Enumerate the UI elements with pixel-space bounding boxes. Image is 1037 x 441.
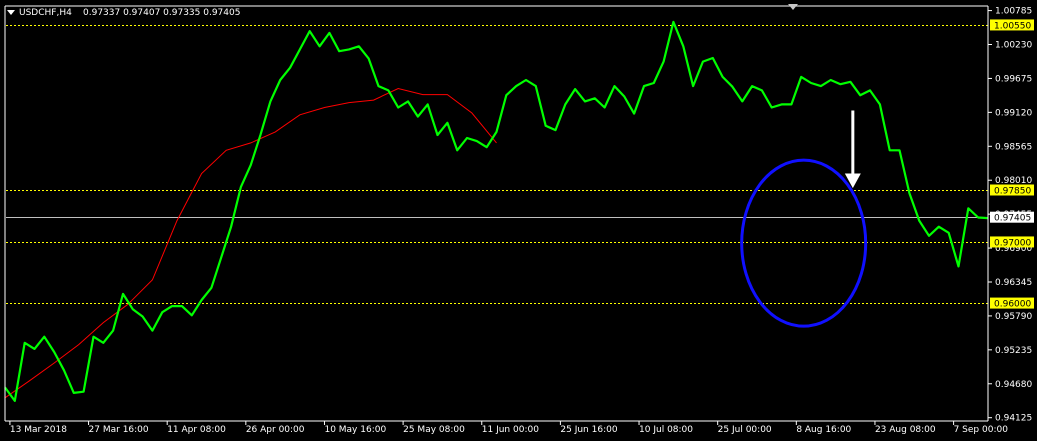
price-chart: 1.007851.002300.996750.991200.985650.980… — [0, 0, 1037, 441]
ohlc-readout: 0.97337 0.97407 0.97335 0.97405 — [83, 8, 240, 18]
y-tick-label: 0.99675 — [995, 74, 1032, 84]
y-tick-label: 0.96345 — [995, 278, 1032, 288]
level-price-label: 0.97000 — [994, 238, 1031, 248]
y-tick-label: 0.99120 — [995, 108, 1032, 118]
level-price-label: 0.96000 — [994, 300, 1031, 310]
x-tick-label: 25 May 08:00 — [403, 425, 465, 435]
symbol-label: USDCHF,H4 — [19, 8, 72, 18]
x-tick-label: 8 Aug 16:00 — [796, 425, 851, 435]
x-tick-label: 11 Apr 08:00 — [167, 425, 226, 435]
level-price-label: 1.00550 — [994, 21, 1031, 31]
y-tick-label: 0.95790 — [995, 312, 1032, 322]
x-tick-label: 25 Jul 00:00 — [718, 425, 772, 435]
y-tick-label: 0.98565 — [995, 142, 1032, 152]
y-tick-label: 0.95235 — [995, 346, 1032, 356]
y-tick-label: 0.94125 — [995, 414, 1032, 424]
x-tick-label: 10 Jul 08:00 — [639, 425, 693, 435]
y-tick-label: 0.94680 — [995, 380, 1032, 390]
chart-background — [0, 0, 1037, 441]
x-tick-label: 11 Jun 00:00 — [482, 425, 539, 435]
current-price-label: 0.97405 — [994, 214, 1031, 224]
chart-header: USDCHF,H4 0.97337 0.97407 0.97335 0.9740… — [7, 8, 240, 18]
x-tick-label: 7 Sep 00:00 — [954, 425, 1009, 435]
chart-window: 1.00785 1.00230 0.99675 0.99120 0.98565 0.980… — [0, 0, 1037, 441]
y-tick-label: 1.00785 — [995, 7, 1032, 17]
x-tick-label: 27 Mar 16:00 — [89, 425, 149, 435]
y-tick-label: 1.00230 — [995, 41, 1032, 51]
x-tick-label: 23 Aug 08:00 — [875, 425, 936, 435]
x-tick-label: 13 Mar 2018 — [10, 425, 67, 435]
x-tick-label: 25 Jun 16:00 — [560, 425, 617, 435]
x-tick-label: 26 Apr 00:00 — [246, 425, 305, 435]
x-tick-label: 10 May 16:00 — [324, 425, 386, 435]
level-price-label: 0.97850 — [994, 186, 1031, 196]
